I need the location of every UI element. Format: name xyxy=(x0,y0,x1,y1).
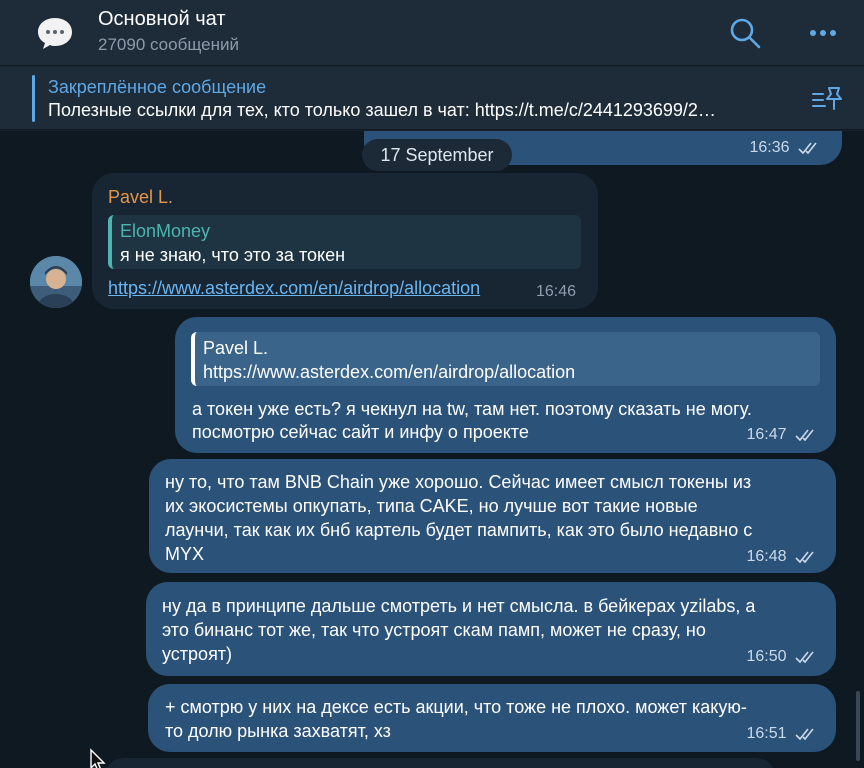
reply-author: Pavel L. xyxy=(203,338,269,358)
search-icon[interactable] xyxy=(728,16,762,50)
message-text-line: ну да в принципе дальше смотреть и нет с… xyxy=(162,596,756,616)
message-text-line: посмотрю сейчас сайт и инфу о проекте xyxy=(192,422,529,442)
message-time: 16:48 xyxy=(747,545,818,569)
double-check-icon xyxy=(795,429,814,441)
reply-quote[interactable]: ElonMoney я не знаю, что это за токен xyxy=(108,215,581,269)
message-text-line: MYX xyxy=(165,544,205,564)
message-time: 16:47 xyxy=(747,423,818,447)
reply-text: я не знаю, что это за токен xyxy=(120,245,346,265)
sender-name[interactable]: Pavel L. xyxy=(108,185,173,209)
pinned-title: Закреплённое сообщение xyxy=(48,77,267,97)
message-text-line: + смотрю у них на дексе есть акции, что … xyxy=(165,697,747,717)
scrollbar[interactable] xyxy=(856,691,860,761)
message-bubble-outgoing[interactable]: + смотрю у них на дексе есть акции, что … xyxy=(148,684,836,752)
avatar[interactable] xyxy=(30,256,82,308)
message-time: 16:46 xyxy=(536,283,577,300)
message-bubble-incoming[interactable]: Pavel L. ElonMoney я не знаю, что это за… xyxy=(92,173,598,309)
chat-title: Основной чат xyxy=(98,8,226,30)
double-check-icon xyxy=(798,142,817,154)
reply-quote[interactable]: Pavel L. https://www.asterdex.com/en/air… xyxy=(191,332,820,386)
double-check-icon xyxy=(795,728,814,740)
mouse-cursor-icon xyxy=(90,748,106,768)
message-text-line: ну то, что там BNB Chain уже хорошо. Сей… xyxy=(165,472,752,492)
message-text-line: лаунчи, так как их бнб картель будет пам… xyxy=(165,520,753,540)
message-link[interactable]: https://www.asterdex.com/en/airdrop/allo… xyxy=(108,276,480,300)
message-count: 27090 сообщений xyxy=(98,35,239,54)
message-bubble-outgoing[interactable]: ну то, что там BNB Chain уже хорошо. Сей… xyxy=(149,459,836,573)
message-list[interactable]: 16:36 17 September Pavel L. ElonMoney я … xyxy=(0,131,864,768)
message-text-line: то долю рынка захватят, хз xyxy=(165,721,391,741)
message-time: 16:36 xyxy=(750,136,821,160)
double-check-icon xyxy=(795,551,814,563)
pinned-text: Полезные ссылки для тех, кто только заше… xyxy=(48,100,716,120)
chat-bubble-icon[interactable] xyxy=(34,12,76,54)
message-bubble-outgoing[interactable]: ну да в принципе дальше смотреть и нет с… xyxy=(146,582,836,676)
pinned-list-icon[interactable] xyxy=(810,85,844,113)
double-check-icon xyxy=(795,651,814,663)
reply-author: ElonMoney xyxy=(120,221,211,241)
message-text-line: а токен уже есть? я чекнул на tw, там не… xyxy=(192,399,752,419)
message-bubble-partial[interactable] xyxy=(104,758,776,768)
message-text-line: устроят) xyxy=(162,644,233,664)
chat-header: Основной чат 27090 сообщений xyxy=(0,0,864,66)
message-bubble-outgoing[interactable]: Pavel L. https://www.asterdex.com/en/air… xyxy=(175,317,836,453)
reply-text: https://www.asterdex.com/en/airdrop/allo… xyxy=(203,362,576,382)
more-options-icon[interactable] xyxy=(806,18,840,48)
message-text-line: это бинанс тот же, так что устроят скам … xyxy=(162,620,706,640)
message-time: 16:51 xyxy=(747,722,818,746)
message-text-line: их экосистемы опкупать, типа CAKE, но лу… xyxy=(165,496,698,516)
pinned-accent-bar xyxy=(32,75,35,122)
message-time: 16:50 xyxy=(747,645,818,669)
date-separator: 17 September xyxy=(362,139,512,171)
pinned-message-bar[interactable]: Закреплённое сообщение Полезные ссылки д… xyxy=(0,67,864,130)
